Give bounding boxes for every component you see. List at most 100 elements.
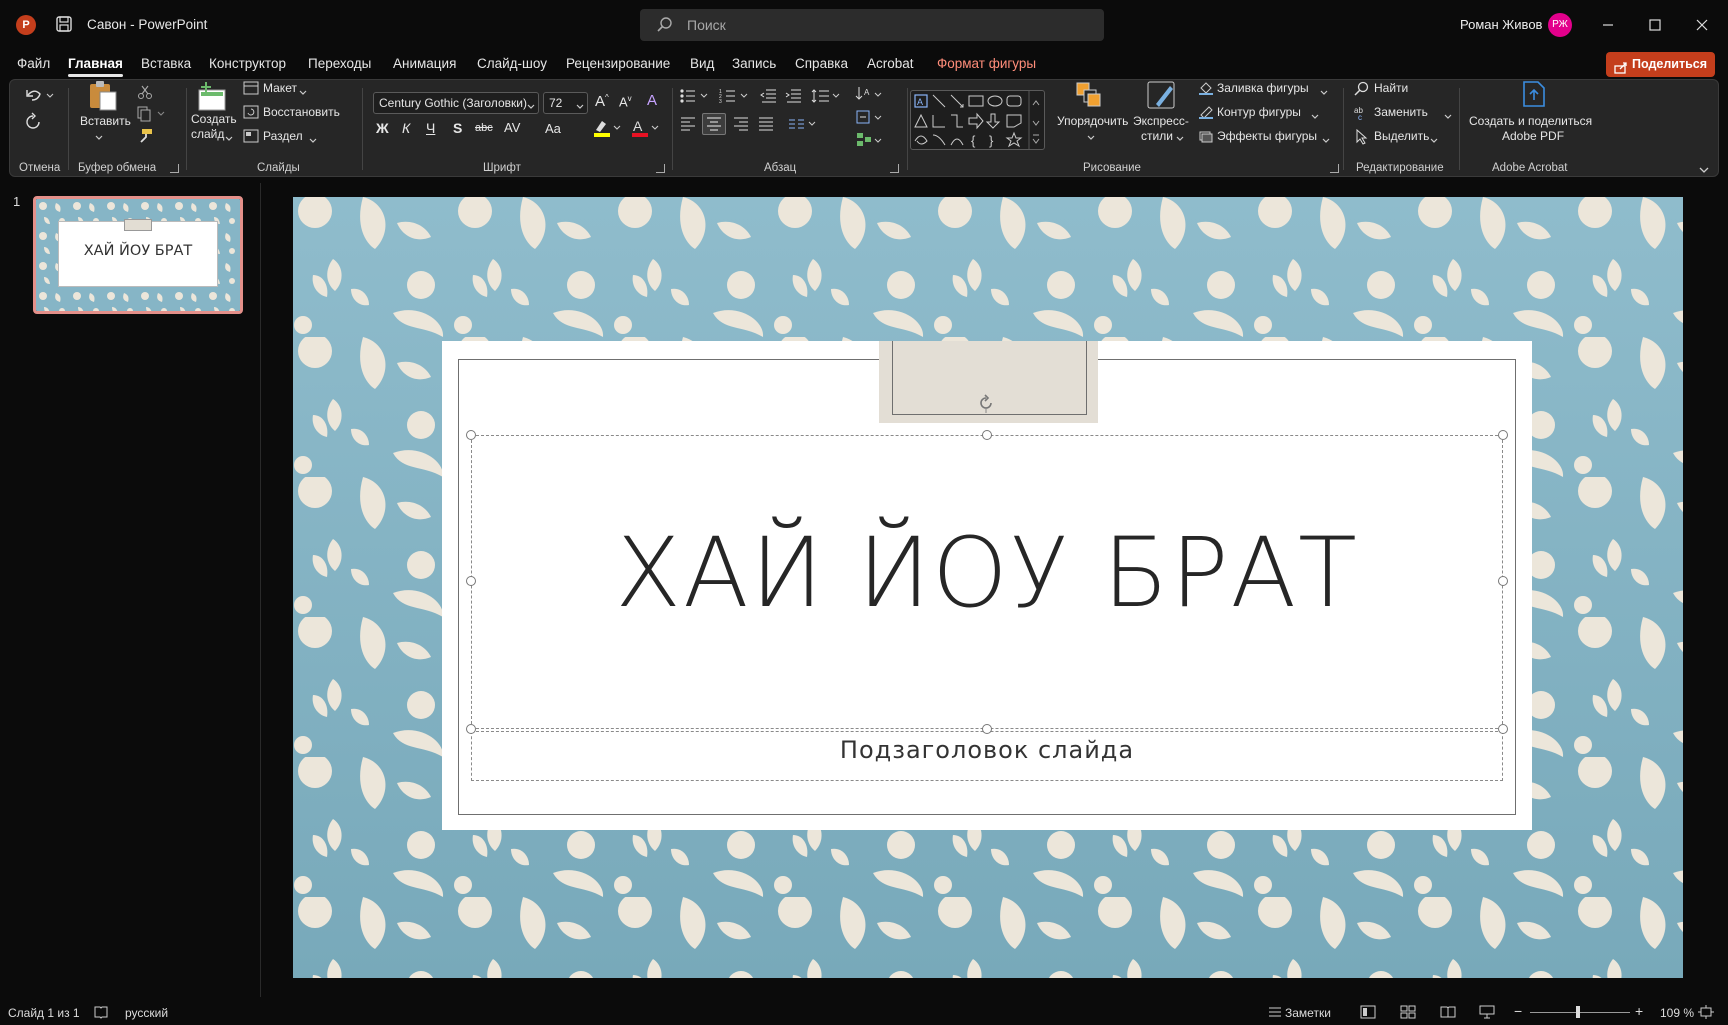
decrease-indent-icon[interactable]	[760, 88, 778, 107]
character-spacing-button[interactable]: AV	[504, 120, 520, 135]
chevron-down-icon[interactable]	[224, 131, 234, 146]
chevron-down-icon[interactable]	[1310, 109, 1320, 124]
new-slide-label-1[interactable]: Создать	[191, 112, 237, 126]
zoom-out-icon[interactable]: −	[1514, 1003, 1522, 1019]
normal-view-icon[interactable]	[1360, 1005, 1376, 1022]
find-button[interactable]: Найти	[1374, 81, 1408, 95]
clear-formatting-icon[interactable]: A	[647, 92, 657, 109]
adobe-pdf-icon[interactable]	[1520, 80, 1548, 113]
font-launcher-icon[interactable]	[656, 164, 665, 173]
shape-fill-icon[interactable]	[1198, 81, 1214, 98]
tab-acrobat[interactable]: Acrobat	[867, 56, 914, 71]
shape-effects-button[interactable]: Эффекты фигуры	[1217, 129, 1317, 143]
chevron-down-icon[interactable]	[526, 99, 536, 114]
tab-design[interactable]: Конструктор	[209, 56, 286, 71]
shape-outline-button[interactable]: Контур фигуры	[1217, 105, 1301, 119]
columns-icon[interactable]	[787, 116, 821, 135]
align-right-icon[interactable]	[732, 116, 750, 135]
shape-outline-icon[interactable]	[1198, 105, 1214, 122]
tab-home[interactable]: Главная	[68, 56, 123, 77]
reading-view-icon[interactable]	[1440, 1005, 1456, 1022]
new-slide-icon[interactable]	[197, 82, 229, 115]
slide-sorter-icon[interactable]	[1400, 1005, 1416, 1022]
slide[interactable]: ХАЙ ЙОУ БРАТ Подзаголовок слайда	[293, 197, 1683, 978]
paragraph-launcher-icon[interactable]	[890, 164, 899, 173]
arrange-button[interactable]: Упорядочить	[1057, 114, 1128, 128]
language[interactable]: русский	[125, 1006, 168, 1020]
shape-effects-icon[interactable]	[1198, 129, 1214, 146]
notes-button[interactable]: Заметки	[1285, 1006, 1331, 1020]
align-left-icon[interactable]	[679, 116, 697, 135]
chevron-down-icon[interactable]	[1086, 130, 1096, 145]
layout-button[interactable]: Макет	[263, 81, 297, 95]
strikethrough-button[interactable]: abc	[475, 122, 493, 134]
tab-slideshow[interactable]: Слайд-шоу	[477, 56, 547, 71]
quick-styles-label-2[interactable]: стили	[1141, 129, 1173, 143]
tab-file[interactable]: Файл	[17, 56, 50, 71]
underline-button[interactable]: Ч	[426, 120, 435, 136]
numbering-icon[interactable]: 123	[719, 88, 753, 107]
copy-icon[interactable]	[136, 106, 166, 125]
resize-handle-bottom-right[interactable]	[1498, 724, 1508, 734]
rotate-handle-icon[interactable]	[976, 393, 996, 413]
paste-icon[interactable]	[86, 80, 120, 115]
resize-handle-bottom[interactable]	[982, 724, 992, 734]
collapse-ribbon-icon[interactable]	[1698, 162, 1710, 177]
resize-handle-bottom-left[interactable]	[466, 724, 476, 734]
tab-insert[interactable]: Вставка	[141, 56, 191, 71]
fit-to-window-icon[interactable]	[1698, 1005, 1714, 1022]
resize-handle-top-left[interactable]	[466, 430, 476, 440]
user-name[interactable]: Роман Живов	[1460, 17, 1542, 32]
clipboard-launcher-icon[interactable]	[170, 164, 179, 173]
search-box[interactable]: Поиск	[640, 9, 1104, 41]
select-button[interactable]: Выделить	[1374, 129, 1429, 143]
text-direction-icon[interactable]: A	[855, 85, 885, 106]
smartart-icon[interactable]	[855, 131, 885, 152]
reset-button[interactable]: Восстановить	[263, 105, 340, 119]
shape-fill-button[interactable]: Заливка фигуры	[1217, 81, 1309, 95]
format-painter-icon[interactable]	[137, 128, 153, 147]
tab-animations[interactable]: Анимация	[393, 56, 456, 71]
arrange-icon[interactable]	[1074, 80, 1104, 113]
section-button[interactable]: Раздел	[263, 129, 303, 143]
align-center-icon[interactable]	[702, 113, 726, 135]
zoom-slider[interactable]	[1530, 1012, 1630, 1013]
zoom-in-icon[interactable]: +	[1635, 1003, 1643, 1019]
shapes-gallery[interactable]: A { }	[910, 90, 1045, 150]
chevron-down-icon[interactable]	[308, 133, 318, 148]
tab-help[interactable]: Справка	[795, 56, 848, 71]
replace-button[interactable]: Заменить	[1374, 105, 1428, 119]
drawing-launcher-icon[interactable]	[1330, 164, 1339, 173]
save-icon[interactable]	[55, 15, 73, 33]
notes-icon[interactable]	[1267, 1005, 1283, 1022]
avatar[interactable]: РЖ	[1548, 13, 1572, 37]
resize-handle-left[interactable]	[466, 576, 476, 586]
create-pdf-label-2[interactable]: Adobe PDF	[1502, 129, 1564, 143]
font-name-select[interactable]: Century Gothic (Заголовки)	[373, 92, 539, 114]
paste-button[interactable]: Вставить	[80, 114, 131, 128]
new-slide-label-2[interactable]: слайд	[191, 127, 224, 141]
increase-indent-icon[interactable]	[785, 88, 803, 107]
chevron-down-icon[interactable]	[1319, 85, 1329, 100]
close-button[interactable]	[1689, 12, 1715, 38]
resize-handle-top[interactable]	[982, 430, 992, 440]
chevron-down-icon[interactable]	[298, 85, 308, 100]
section-icon[interactable]	[243, 129, 259, 146]
resize-handle-top-right[interactable]	[1498, 430, 1508, 440]
highlight-icon[interactable]	[592, 118, 622, 141]
chevron-down-icon[interactable]	[1429, 133, 1439, 148]
zoom-slider-thumb[interactable]	[1576, 1006, 1580, 1018]
maximize-button[interactable]	[1642, 12, 1668, 38]
minimize-button[interactable]	[1595, 12, 1621, 38]
spell-check-icon[interactable]	[93, 1005, 109, 1022]
tab-transitions[interactable]: Переходы	[308, 56, 371, 71]
chevron-down-icon[interactable]	[94, 130, 104, 145]
scissors-icon[interactable]	[137, 84, 153, 103]
quick-styles-icon[interactable]	[1146, 80, 1178, 115]
chevron-down-icon[interactable]	[1443, 109, 1453, 124]
slideshow-icon[interactable]	[1479, 1005, 1495, 1022]
quick-styles-label-1[interactable]: Экспресс-	[1133, 114, 1189, 128]
bullets-icon[interactable]	[679, 88, 713, 107]
resize-handle-right[interactable]	[1498, 576, 1508, 586]
undo-icon[interactable]	[24, 86, 54, 107]
